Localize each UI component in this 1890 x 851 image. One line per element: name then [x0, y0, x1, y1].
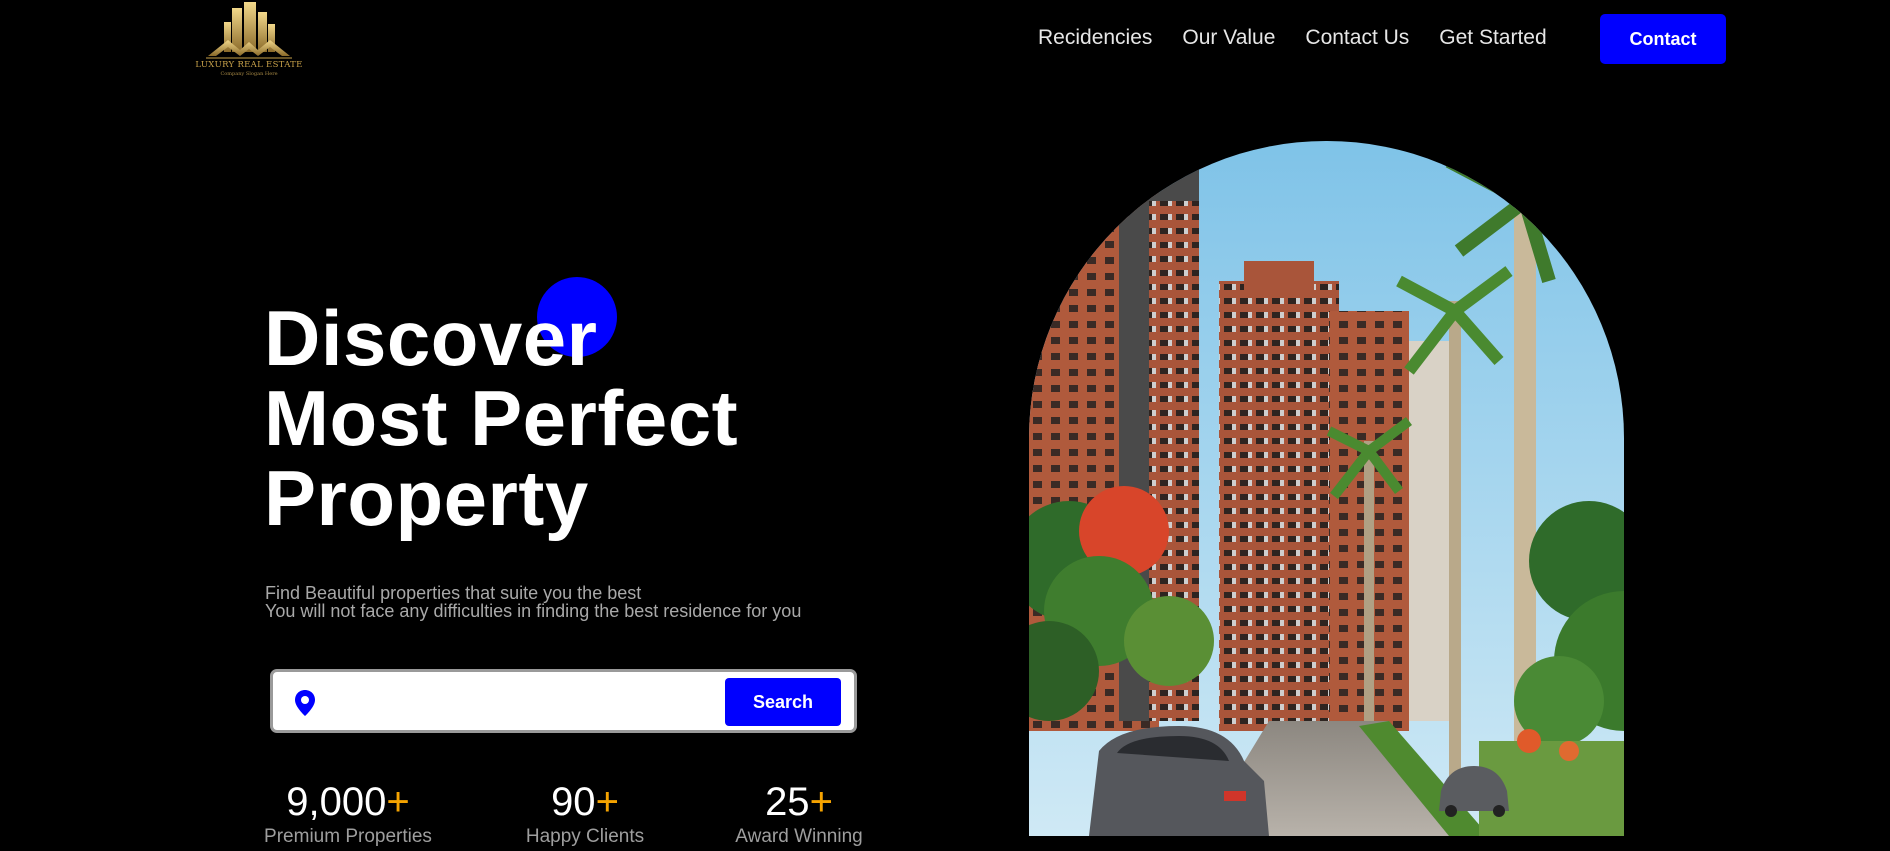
stat-plus: +	[386, 780, 410, 824]
stat-value: 90	[551, 780, 596, 824]
search-input[interactable]	[333, 682, 713, 720]
stat-premium-properties: 9,000+ Premium Properties	[250, 778, 446, 848]
stat-label: Award Winning	[735, 826, 863, 847]
hero-title-line: Property	[264, 454, 589, 542]
nav-link-contact-us[interactable]: Contact Us	[1305, 26, 1409, 50]
hero-title: Discover Most Perfect Property	[264, 298, 738, 538]
hero-title-line: Discover	[264, 294, 598, 382]
main-nav: Recidencies Our Value Contact Us Get Sta…	[1038, 26, 1577, 50]
nav-link-get-started[interactable]: Get Started	[1439, 26, 1546, 50]
nav-link-our-value[interactable]: Our Value	[1182, 26, 1275, 50]
stat-label: Premium Properties	[264, 826, 432, 847]
search-button[interactable]: Search	[725, 678, 841, 726]
location-pin-icon	[295, 690, 315, 716]
stat-happy-clients: 90+ Happy Clients	[510, 778, 660, 848]
logo-name: LUXURY REAL ESTATE	[195, 60, 303, 70]
hero-subtitle: Find Beautiful properties that suite you…	[265, 584, 801, 620]
stat-value: 25	[765, 780, 810, 824]
hero-subtitle-line: You will not face any difficulties in fi…	[265, 601, 802, 621]
stat-value: 9,000	[286, 780, 387, 824]
search-bar: Search	[270, 669, 857, 733]
hero-title-line: Most Perfect	[264, 374, 739, 462]
hero-subtitle-line: Find Beautiful properties that suite you…	[265, 583, 642, 603]
stat-award-winning: 25+ Award Winning	[724, 778, 874, 848]
stat-label: Happy Clients	[525, 826, 645, 847]
hero-image	[1029, 141, 1624, 836]
stat-plus: +	[809, 780, 833, 824]
property-image	[1029, 141, 1624, 836]
stat-plus: +	[595, 780, 619, 824]
contact-button[interactable]: Contact	[1600, 14, 1726, 64]
logo-tagline: Company Slogan Here	[220, 71, 278, 77]
nav-link-recidencies[interactable]: Recidencies	[1038, 26, 1152, 50]
logo[interactable]: LUXURY REAL ESTATE Company Slogan Here	[188, 0, 310, 80]
